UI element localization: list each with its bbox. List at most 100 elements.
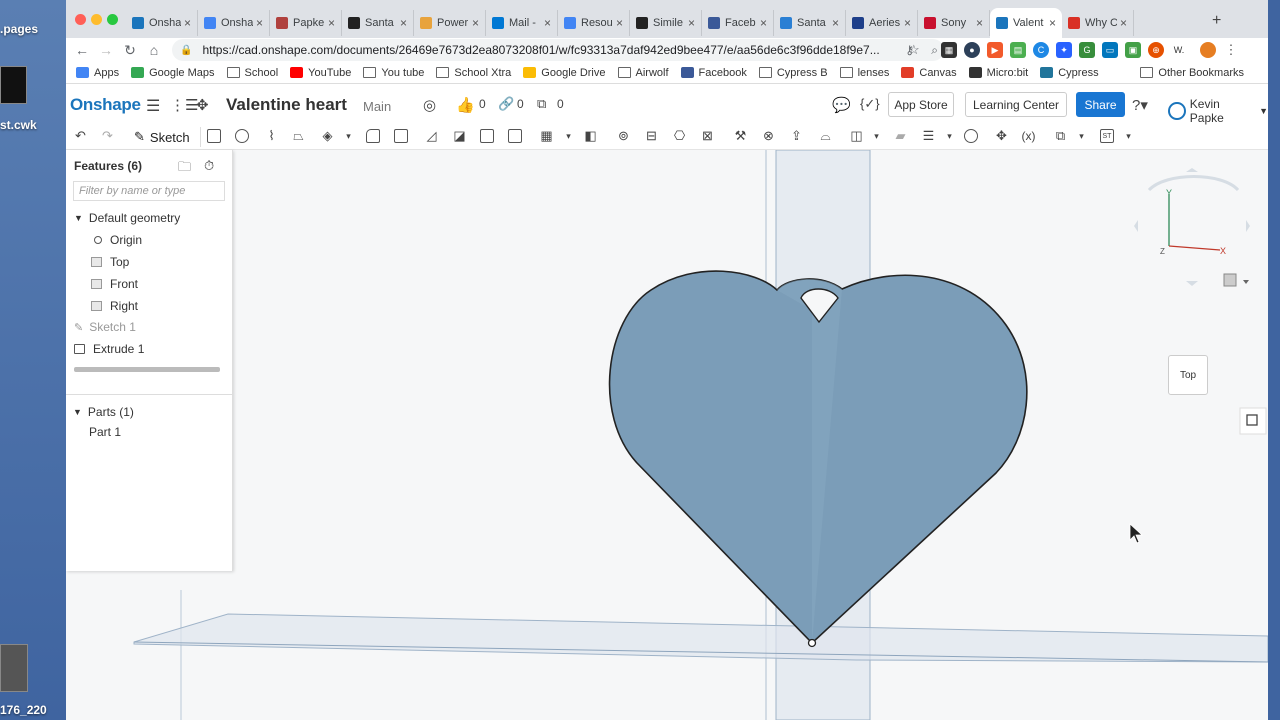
learning-center-button[interactable]: Learning Center <box>965 92 1067 117</box>
mirror-icon[interactable]: ◧ <box>582 128 599 144</box>
close-tab-icon[interactable]: × <box>1120 16 1127 30</box>
transform-icon[interactable]: ⎔ <box>671 128 688 144</box>
browser-tab[interactable]: Sony × <box>918 10 990 36</box>
branch-label[interactable]: Main <box>363 99 391 114</box>
desktop-file-label[interactable]: 176_220 <box>0 703 47 717</box>
view-rotation-arc[interactable] <box>1147 175 1240 192</box>
chevron-down-icon[interactable]: ▾ <box>1073 128 1090 144</box>
close-window-button[interactable] <box>75 14 86 25</box>
link-icon[interactable]: 🔗 <box>498 96 514 112</box>
graphics-viewport[interactable]: Y X Z Top <box>66 150 1268 720</box>
address-bar[interactable]: 🔒 https://cad.onshape.com/documents/2646… <box>172 39 944 61</box>
viewport-canvas[interactable]: Y X Z <box>66 150 1268 720</box>
menu-kebab-icon[interactable]: ⋮ <box>1223 42 1239 58</box>
extension-new-icon[interactable]: ● <box>964 42 980 58</box>
bookmark-item[interactable]: Cypress B <box>758 67 828 79</box>
qr-extension-icon[interactable]: ▦ <box>941 42 957 58</box>
onshape-logo[interactable]: Onshape <box>70 95 141 115</box>
other-bookmarks[interactable]: Other Bookmarks <box>1140 67 1244 79</box>
hole-icon[interactable] <box>508 129 522 143</box>
browser-tab[interactable]: Resou × <box>558 10 630 36</box>
minimize-window-button[interactable] <box>91 14 102 25</box>
extension-map-icon[interactable]: ▣ <box>1125 42 1141 58</box>
featurescript-icon[interactable]: {✓} <box>860 96 880 112</box>
browser-tab[interactable]: Valent × <box>990 8 1062 38</box>
delete-face-icon[interactable]: ⊗ <box>760 128 777 144</box>
close-tab-icon[interactable]: × <box>1049 16 1056 30</box>
thicken-icon[interactable]: ◈ <box>319 128 336 144</box>
chevron-down-icon[interactable]: ▾ <box>560 128 577 144</box>
desktop-file-label[interactable]: .pages <box>0 22 38 36</box>
bookmark-item[interactable]: You tube <box>363 67 424 79</box>
view-cube[interactable]: Top <box>1168 355 1208 395</box>
extension-gear-icon[interactable]: ✦ <box>1056 42 1072 58</box>
custom-feature-icon[interactable]: ST <box>1100 129 1114 143</box>
desktop-file-thumbnail[interactable] <box>0 644 28 692</box>
bookmark-item[interactable]: Cypress <box>1040 67 1099 79</box>
display-states-icon[interactable]: ⧉ <box>1052 128 1069 144</box>
close-tab-icon[interactable]: × <box>256 16 263 30</box>
rib-icon[interactable]: ◪ <box>451 128 468 144</box>
feature-item-front[interactable]: Front <box>91 277 138 291</box>
fillet-icon[interactable] <box>366 129 380 143</box>
copy-icon[interactable]: ⧉ <box>537 96 546 112</box>
extension-screen-icon[interactable]: ▭ <box>1102 42 1118 58</box>
close-tab-icon[interactable]: × <box>400 16 407 30</box>
draft-icon[interactable]: ◿ <box>423 128 440 144</box>
default-geometry-group[interactable]: ▼ Default geometry <box>74 211 180 225</box>
close-tab-icon[interactable]: × <box>904 16 911 30</box>
part-item[interactable]: Part 1 <box>89 425 121 439</box>
sweep-icon[interactable]: ⌇ <box>263 128 280 144</box>
bookmark-item[interactable]: Airwolf <box>617 67 669 79</box>
browser-tab[interactable]: Santa × <box>774 10 846 36</box>
browser-tab[interactable]: Faceb × <box>702 10 774 36</box>
extension-arrow-icon[interactable]: ▶ <box>987 42 1003 58</box>
replace-face-icon[interactable]: ⌓ <box>817 128 834 144</box>
help-icon[interactable]: ?▾ <box>1132 96 1148 114</box>
feature-item-top[interactable]: Top <box>91 255 129 269</box>
chevron-down-icon[interactable]: ▾ <box>941 128 958 144</box>
chevron-down-icon[interactable]: ▾ <box>868 128 885 144</box>
view-arrow-down-icon[interactable] <box>1186 281 1198 286</box>
parts-group[interactable]: ▼ Parts (1) <box>73 405 134 419</box>
side-panel-toggle[interactable] <box>1239 407 1267 435</box>
user-menu[interactable]: Kevin Papke ▼ <box>1168 97 1268 125</box>
extrude-icon[interactable] <box>207 129 221 143</box>
feature-item-extrude[interactable]: Extrude 1 <box>74 342 144 356</box>
browser-tab[interactable]: Simile × <box>630 10 702 36</box>
rollback-bar[interactable] <box>74 367 220 372</box>
close-tab-icon[interactable]: × <box>688 16 695 30</box>
desktop-file-label[interactable]: st.cwk <box>0 118 37 132</box>
section-view-icon[interactable]: ✥ <box>993 128 1010 144</box>
extension-grammar-icon[interactable]: G <box>1079 42 1095 58</box>
app-store-button[interactable]: App Store <box>888 92 954 117</box>
close-tab-icon[interactable]: × <box>976 16 983 30</box>
extension-docs-icon[interactable]: ▤ <box>1010 42 1026 58</box>
document-title[interactable]: Valentine heart <box>226 95 347 115</box>
close-tab-icon[interactable]: × <box>616 16 623 30</box>
rollback-timer-icon[interactable]: ⏱ <box>204 158 214 174</box>
browser-tab[interactable]: Why C × <box>1062 10 1134 36</box>
top-plane[interactable] <box>133 613 1268 663</box>
delete-part-icon[interactable]: ⊠ <box>699 128 716 144</box>
star-bookmark-icon[interactable]: ☆ <box>908 42 920 58</box>
desktop-file-thumbnail[interactable] <box>0 66 27 104</box>
modify-fillet-icon[interactable]: ⚒ <box>732 128 749 144</box>
bookmark-item[interactable]: School Xtra <box>436 67 511 79</box>
profile-avatar-icon[interactable] <box>1200 42 1216 58</box>
browser-tab[interactable]: Onsha × <box>126 10 198 36</box>
close-tab-icon[interactable]: × <box>760 16 767 30</box>
extension-orange-icon[interactable]: ⊕ <box>1148 42 1164 58</box>
bookmark-item[interactable]: Google Maps <box>131 67 215 79</box>
undo-icon[interactable]: ↶ <box>72 128 89 144</box>
bookmark-item[interactable]: Google Drive <box>523 67 606 79</box>
move-face-icon[interactable]: ⇪ <box>788 128 805 144</box>
home-icon[interactable]: ⌂ <box>142 42 166 58</box>
chevron-down-icon[interactable]: ▾ <box>1120 128 1137 144</box>
close-tab-icon[interactable]: × <box>472 16 479 30</box>
insert-icon[interactable]: ✥ <box>196 96 209 114</box>
chevron-down-icon[interactable]: ▾ <box>340 128 357 144</box>
hamburger-menu-icon[interactable]: ☰ <box>146 96 160 116</box>
extension-circle-icon[interactable]: C <box>1033 42 1049 58</box>
extension-w-icon[interactable]: W. <box>1171 42 1187 58</box>
